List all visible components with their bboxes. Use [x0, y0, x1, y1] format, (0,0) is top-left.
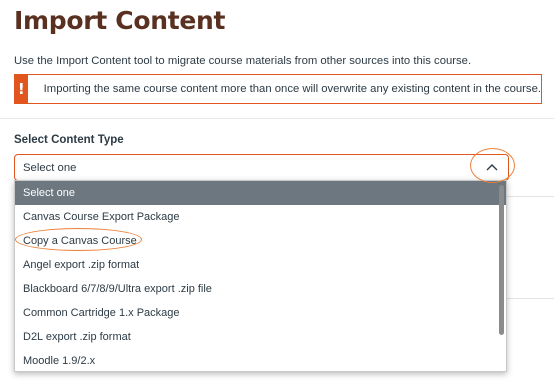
page-title: Import Content	[14, 6, 226, 35]
annotation-circle-copy-course	[15, 228, 142, 251]
content-type-listbox[interactable]: Select one Canvas Course Export Package …	[14, 180, 507, 372]
option-blackboard-export[interactable]: Blackboard 6/7/8/9/Ultra export .zip fil…	[15, 277, 506, 301]
alert-text: Importing the same course content more t…	[43, 83, 541, 95]
intro-text: Use the Import Content tool to migrate c…	[14, 55, 472, 67]
background-divider	[505, 298, 554, 299]
option-moodle[interactable]: Moodle 1.9/2.x	[15, 349, 506, 371]
exclamation-icon: !	[15, 75, 28, 103]
option-canvas-course-export-package[interactable]: Canvas Course Export Package	[15, 205, 506, 229]
divider	[0, 118, 554, 119]
content-type-label: Select Content Type	[14, 134, 124, 146]
option-d2l-export[interactable]: D2L export .zip format	[15, 325, 506, 349]
background-divider	[505, 196, 554, 197]
warning-alert: ! Importing the same course content more…	[14, 74, 542, 104]
option-select-one[interactable]: Select one	[15, 181, 506, 205]
annotation-circle-chevron	[470, 148, 515, 183]
content-type-select[interactable]: Select one	[14, 154, 509, 181]
option-angel-export[interactable]: Angel export .zip format	[15, 253, 506, 277]
select-value: Select one	[23, 161, 77, 174]
listbox-scrollbar[interactable]	[499, 185, 504, 335]
option-common-cartridge[interactable]: Common Cartridge 1.x Package	[15, 301, 506, 325]
